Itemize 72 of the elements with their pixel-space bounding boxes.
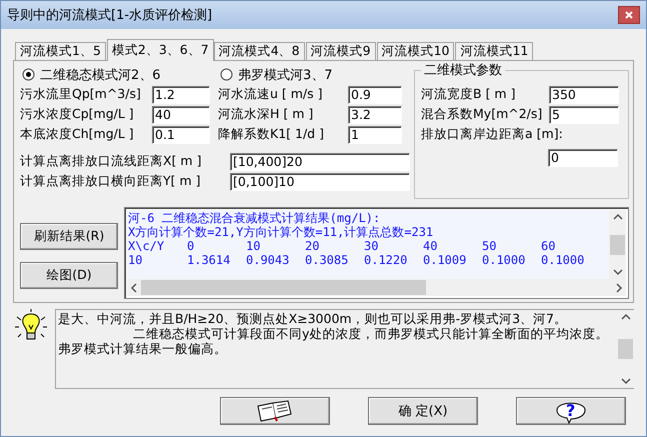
input-field[interactable]: 1.2: [152, 86, 210, 104]
result-header: 60: [541, 239, 556, 253]
result-header: 0: [187, 239, 196, 253]
result-value: 0.1000: [541, 253, 586, 267]
radio-label: 二维稳态模式河2、6: [40, 66, 161, 84]
ok-button[interactable]: 确 定(X): [368, 397, 478, 425]
scrollbar-thumb[interactable]: [610, 234, 625, 254]
field-label: 本底浓度Ch[mg/L ]: [20, 126, 135, 143]
tab[interactable]: 河流模式11: [455, 42, 534, 61]
field-label: 排放口离岸边距离a [m]:: [421, 126, 564, 143]
horizontal-scrollbar[interactable]: [127, 279, 626, 296]
result-value: 0.9043: [246, 253, 290, 267]
result-value: 0.1000: [482, 253, 526, 267]
result-value: 10: [128, 253, 144, 267]
input-field[interactable]: 3.2: [348, 106, 402, 124]
result-header: 20: [305, 239, 320, 253]
scroll-left-icon[interactable]: [130, 282, 137, 292]
scrollbar-thumb[interactable]: [618, 339, 633, 359]
input-field[interactable]: 350: [549, 86, 620, 104]
radio-option[interactable]: 弗罗模式河3、7: [218, 65, 402, 84]
result-value: 1.3614: [187, 253, 232, 267]
result-line: 河-6 二维稳态混合衰减模式计算结果(mg/L):: [128, 211, 382, 225]
hint-text: 是大、中河流，并且B/H≥20、预测点处X≥3000m，则也可以采用弗-罗模式河3、河7。: [58, 311, 568, 326]
result-value: 0.1009: [423, 253, 468, 267]
input-field[interactable]: 5: [549, 106, 620, 124]
result-header: X\c/Y: [128, 239, 166, 253]
tab[interactable]: 河流模式1、5: [15, 42, 106, 61]
book-button[interactable]: [220, 397, 330, 425]
field-label: 河水流速u [ m/s ]: [218, 86, 324, 103]
scroll-right-icon[interactable]: [616, 282, 623, 292]
window-title: 导则中的河流模式[1-水质评价检测]: [7, 7, 212, 24]
field-label: 计算点离排放口流线距离X[ m ]: [20, 153, 202, 170]
input-field[interactable]: 0.1: [152, 126, 210, 144]
tab[interactable]: 模式2、3、6、7: [106, 39, 214, 61]
radio-option[interactable]: 二维稳态模式河2、6: [20, 65, 210, 84]
input-field[interactable]: 1: [348, 126, 402, 144]
close-icon: [625, 11, 633, 19]
scroll-up-icon[interactable]: [612, 213, 622, 220]
close-button[interactable]: [618, 6, 640, 24]
input-field[interactable]: 0.9: [348, 86, 402, 104]
field-label: 降解系数K1[ 1/d ]: [218, 126, 325, 143]
input-field[interactable]: 40: [152, 106, 210, 124]
field-label: 河流宽度B [ m ]: [421, 86, 516, 103]
result-value: 0.3085: [305, 253, 350, 267]
tab[interactable]: 河流模式9: [306, 42, 376, 61]
scroll-up-icon[interactable]: [620, 313, 630, 320]
result-header: 30: [364, 239, 380, 253]
hint-text: 二维稳态模式可计算段面不同y处的浓度，而弗罗模式只能计算全断面的平均浓度。弗罗模式计算结果一般偏高。: [58, 326, 610, 356]
input-field[interactable]: 0: [548, 148, 618, 166]
field-label: 河流水深H [ m ]: [218, 106, 314, 123]
action-button[interactable]: 绘图(D): [20, 262, 118, 289]
field-label: 污水流里Qp[m^3/s]: [20, 86, 142, 103]
tab[interactable]: 河流模式10: [376, 42, 454, 61]
input-field[interactable]: [0,100]10: [230, 172, 410, 190]
result-header: 50: [482, 239, 498, 253]
result-header: 10: [246, 239, 262, 253]
result-header: 40: [423, 239, 438, 253]
field-label: 污水浓度Cp[mg/L ]: [20, 106, 135, 123]
scroll-down-icon[interactable]: [612, 269, 622, 276]
result-line: X方向计算个数=21,Y方向计算个数=11,计算点总数=231: [128, 225, 434, 239]
tab[interactable]: 河流模式4、8: [214, 42, 305, 61]
vertical-scrollbar[interactable]: [609, 210, 626, 279]
field-label: 混合系数My[m^2/s]: [421, 106, 544, 123]
action-button[interactable]: 刷新结果(R): [20, 223, 118, 250]
scroll-down-icon[interactable]: [620, 378, 630, 385]
radio-label: 弗罗模式河3、7: [238, 66, 333, 84]
help-button[interactable]: ?: [516, 397, 626, 425]
input-field[interactable]: [10,400]20: [230, 152, 410, 170]
group-title: 二维模式参数: [423, 62, 504, 79]
result-value: 0.1220: [364, 253, 408, 267]
scrollbar-thumb[interactable]: [141, 280, 426, 295]
field-label: 计算点离排放口横向距离Y[ m ]: [20, 173, 202, 190]
